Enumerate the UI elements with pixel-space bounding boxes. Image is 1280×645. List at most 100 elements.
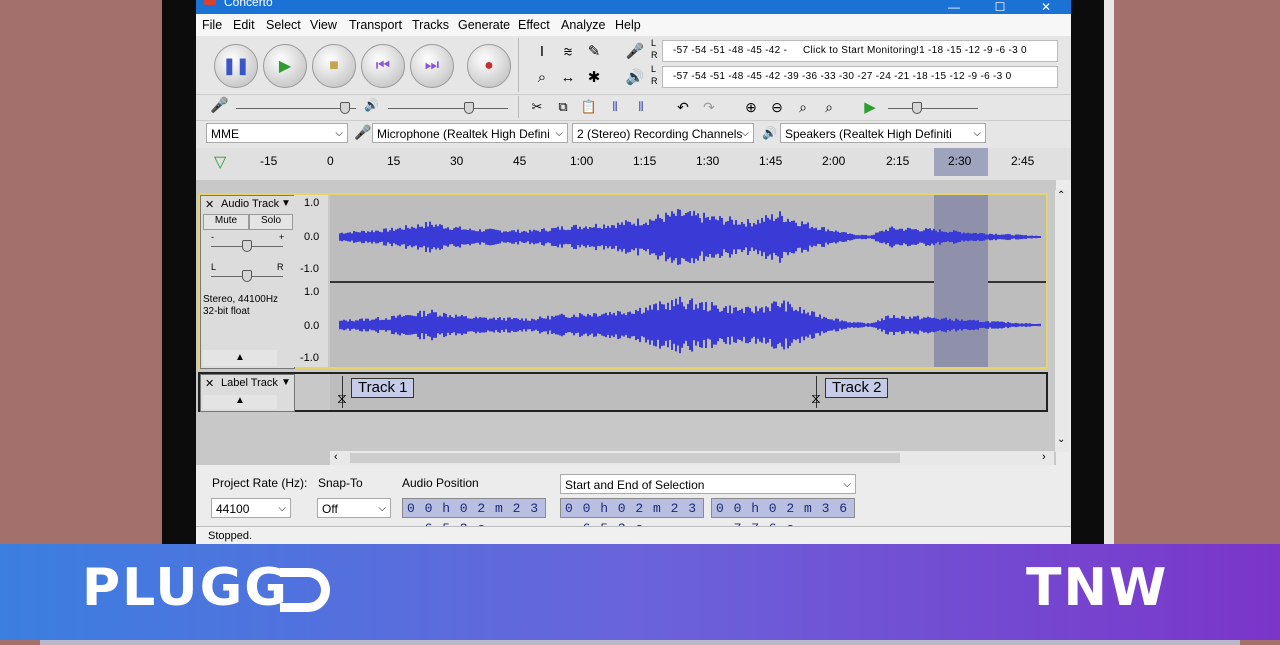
horizontal-scroll-thumb[interactable] [350, 453, 900, 463]
record-meter-mic-icon[interactable]: 🎤 [624, 40, 646, 62]
status-text: Stopped. [208, 530, 253, 542]
output-volume-speaker-icon: 🔊 [364, 98, 379, 112]
trim-audio-icon[interactable]: ⫼ [604, 96, 626, 118]
playback-meter-speaker-icon[interactable]: 🔊 [624, 66, 646, 88]
project-rate-select[interactable]: 44100 ⌵ [211, 498, 291, 518]
cut-icon[interactable]: ✂ [526, 96, 548, 118]
horizontal-scrollbar[interactable]: ‹ › [330, 451, 1054, 465]
close-label-track-icon[interactable]: ✕ [205, 377, 214, 390]
menu-help[interactable]: Help [615, 18, 641, 32]
waveform-selection [934, 195, 988, 367]
label-track-menu-arrow-icon[interactable]: ▼ [281, 377, 291, 388]
fit-selection-icon[interactable]: ⌕ [792, 96, 814, 118]
output-volume-thumb[interactable] [464, 102, 474, 114]
label-track-area[interactable] [330, 374, 1046, 410]
time-shift-tool-icon[interactable]: ↔ [557, 66, 579, 88]
selection-end-time[interactable]: 0 0 h 0 2 m 3 6 . 7 7 6 s [711, 498, 855, 536]
menu-transport[interactable]: Transport [349, 18, 402, 32]
collapse-track-button[interactable]: ▲ [203, 350, 277, 366]
menu-select[interactable]: Select [266, 18, 301, 32]
scroll-up-icon[interactable]: ⌃ [1057, 190, 1065, 201]
skip-to-end-button[interactable]: ⏭ [410, 44, 454, 88]
timeline-ruler[interactable]: ▽ -15 0 15 30 45 1:00 1:15 1:30 1:45 2:0… [196, 148, 1071, 180]
collapse-label-track-button[interactable]: ▲ [203, 395, 277, 409]
minimize-button[interactable]: — [931, 0, 977, 14]
undo-icon[interactable]: ↶ [672, 96, 694, 118]
maximize-button[interactable]: ☐ [977, 0, 1023, 14]
zoom-tool-icon[interactable]: ⌕ [531, 66, 553, 88]
output-volume-slider[interactable] [388, 108, 508, 109]
audio-host-select[interactable]: MME ⌵ [206, 123, 348, 143]
menu-bar: File Edit Select View Transport Tracks G… [196, 14, 1071, 36]
menu-tracks[interactable]: Tracks [412, 18, 449, 32]
play-speed-slider[interactable] [888, 108, 978, 109]
multi-tool-icon[interactable]: ✱ [583, 66, 605, 88]
input-volume-thumb[interactable] [340, 102, 350, 114]
menu-analyze[interactable]: Analyze [561, 18, 605, 32]
vertical-scrollbar[interactable]: ⌃ ⌄ [1055, 190, 1069, 452]
pause-icon: ❚❚ [222, 58, 250, 75]
menu-generate[interactable]: Generate [458, 18, 510, 32]
label-1-handle-icon[interactable]: ⧖ [337, 390, 347, 407]
label-2-handle-icon[interactable]: ⧖ [811, 390, 821, 407]
ruler-tick: 0 [327, 154, 334, 168]
selection-tool-icon[interactable]: I [531, 40, 553, 62]
skip-to-start-button[interactable]: ⏮ [361, 44, 405, 88]
play-button[interactable]: ▶ [263, 44, 307, 88]
playback-meter[interactable]: -57 -54 -51 -48 -45 -42 -39 -36 -33 -30 … [662, 66, 1058, 88]
silence-audio-icon[interactable]: ⫼ [630, 96, 652, 118]
chevron-down-icon: ⌵ [278, 503, 286, 514]
close-button[interactable]: ✕ [1023, 0, 1069, 14]
playback-device-select[interactable]: Speakers (Realtek High Definiti ⌵ [780, 123, 986, 143]
pause-button[interactable]: ❚❚ [214, 44, 258, 88]
zoom-out-icon[interactable]: ⊖ [766, 96, 788, 118]
label-track-name[interactable]: Label Track [221, 377, 278, 389]
play-at-speed-icon[interactable]: ▶ [859, 96, 881, 118]
menu-edit[interactable]: Edit [233, 18, 255, 32]
pan-right-label: R [277, 262, 284, 272]
recording-device-select[interactable]: Microphone (Realtek High Defini ⌵ [372, 123, 568, 143]
ruler-tick: 1:45 [759, 154, 783, 168]
record-meter[interactable]: -57 -54 -51 -48 -45 -42 - Click to Start… [662, 40, 1058, 62]
snap-to-label: Snap-To [318, 476, 363, 490]
menu-effect[interactable]: Effect [518, 18, 550, 32]
selection-mode-select[interactable]: Start and End of Selection ⌵ [560, 474, 856, 494]
mute-button[interactable]: Mute [203, 214, 249, 230]
envelope-tool-icon[interactable]: ⩬ [557, 40, 579, 62]
pan-slider-thumb[interactable] [242, 270, 252, 282]
play-speed-thumb[interactable] [912, 102, 922, 114]
recording-channels-select[interactable]: 2 (Stereo) Recording Channels ⌵ [572, 123, 754, 143]
snap-to-select[interactable]: Off ⌵ [317, 498, 391, 518]
scroll-down-icon[interactable]: ⌄ [1057, 434, 1065, 445]
ruler-tick: 2:30 [948, 154, 972, 168]
ruler-tick: 1:15 [633, 154, 657, 168]
copy-icon[interactable]: ⧉ [552, 96, 574, 118]
audio-position-time[interactable]: 0 0 h 0 2 m 2 3 . 6 5 3 s [402, 498, 546, 536]
audio-track-control-panel: ✕ Audio Track ▼ Mute Solo - + L R Stereo… [200, 195, 295, 369]
scroll-right-icon[interactable]: › [1042, 451, 1046, 463]
record-button[interactable]: ● [467, 44, 511, 88]
menu-file[interactable]: File [202, 18, 222, 32]
skip-end-icon: ⏭ [424, 57, 440, 74]
scroll-left-icon[interactable]: ‹ [334, 451, 338, 463]
gain-slider-thumb[interactable] [242, 240, 252, 252]
vertical-amplitude-ruler: 1.0 0.0 -1.0 1.0 0.0 -1.0 [294, 195, 328, 367]
fit-project-icon[interactable]: ⌕ [818, 96, 840, 118]
menu-view[interactable]: View [310, 18, 337, 32]
label-1[interactable]: Track 1 [351, 378, 415, 398]
selection-start-time[interactable]: 0 0 h 0 2 m 2 3 . 6 5 3 s [560, 498, 704, 536]
paste-icon[interactable]: 📋 [578, 96, 600, 118]
redo-icon[interactable]: ↷ [698, 96, 720, 118]
solo-button[interactable]: Solo [249, 214, 293, 230]
track-menu-arrow-icon[interactable]: ▼ [281, 198, 291, 209]
waveform-display[interactable] [330, 195, 1046, 367]
label-2[interactable]: Track 2 [825, 378, 889, 398]
stop-button[interactable]: ■ [312, 44, 356, 88]
audio-track-name[interactable]: Audio Track [221, 198, 279, 210]
close-track-icon[interactable]: ✕ [205, 198, 214, 211]
collapse-arrow-icon: ▲ [235, 395, 245, 406]
zoom-in-icon[interactable]: ⊕ [740, 96, 762, 118]
input-volume-slider[interactable] [236, 108, 356, 109]
draw-tool-icon[interactable]: ✎ [583, 40, 605, 62]
plugged-logo-d-icon [280, 568, 330, 612]
